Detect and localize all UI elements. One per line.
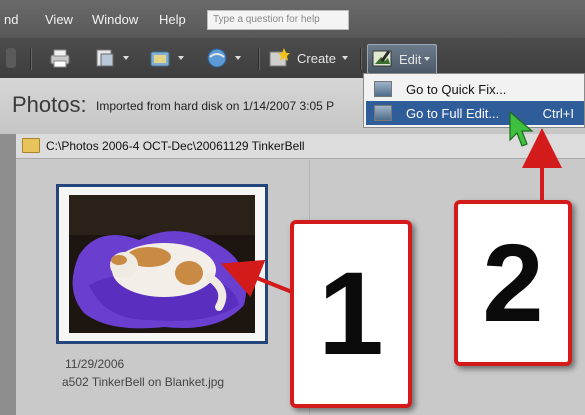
- arrow-to-photo: [220, 259, 293, 297]
- callout-step-2: 2: [454, 200, 572, 366]
- callout-step-1: 1: [290, 220, 412, 408]
- arrow-to-full-edit: [512, 128, 562, 205]
- mouse-cursor-icon: [509, 110, 534, 147]
